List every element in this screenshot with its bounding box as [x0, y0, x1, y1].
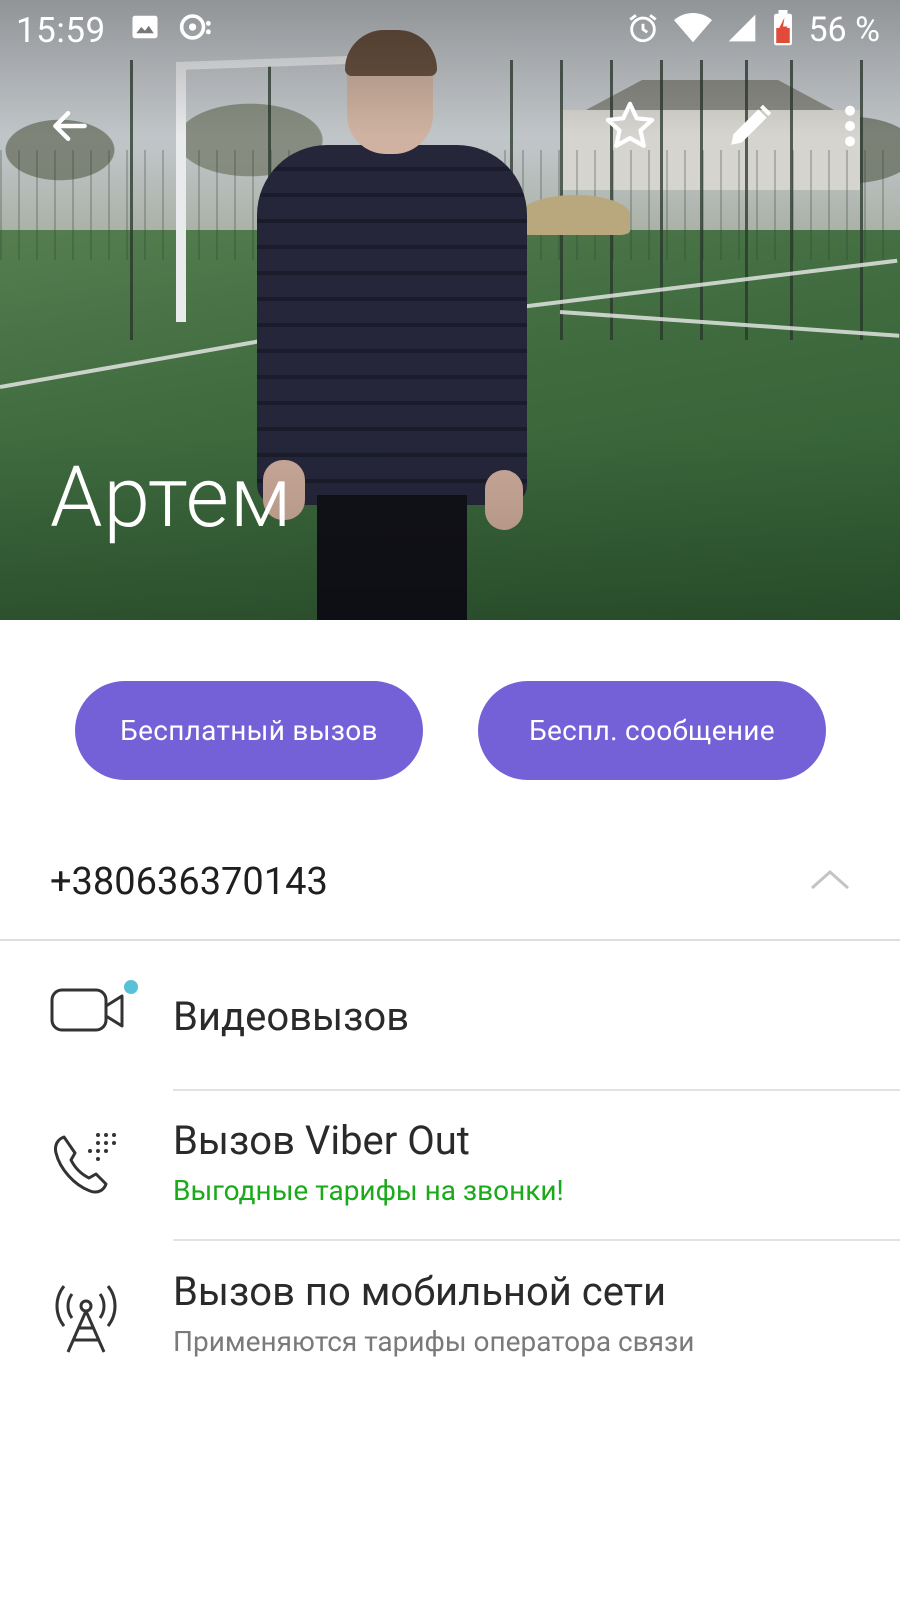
- edit-button[interactable]: [720, 96, 780, 156]
- divider: [173, 1089, 900, 1091]
- video-camera-icon: [48, 978, 128, 1058]
- free-call-button[interactable]: Бесплатный вызов: [75, 681, 423, 780]
- star-outline-icon: [605, 101, 655, 148]
- option-title: Вызов по мобильной сети: [173, 1268, 667, 1315]
- phone-number[interactable]: +380636370143: [50, 860, 328, 904]
- collapse-button[interactable]: [808, 866, 852, 892]
- option-title: Видеовызов: [173, 993, 410, 1040]
- phone-dialpad-icon: [48, 1125, 128, 1205]
- alarm-icon: [626, 11, 660, 49]
- free-message-button[interactable]: Беспл. сообщение: [478, 681, 826, 780]
- viber-notification-icon: [178, 12, 212, 46]
- status-time: 15:59: [16, 10, 106, 51]
- arrow-left-icon: [53, 110, 87, 142]
- divider: [173, 1239, 900, 1241]
- more-vertical-icon: [845, 105, 855, 147]
- favorite-button[interactable]: [600, 96, 660, 156]
- battery-charging-icon: [772, 10, 794, 50]
- battery-percent: 56 %: [808, 10, 880, 50]
- new-feature-badge: [124, 980, 138, 994]
- divider: [0, 939, 900, 941]
- option-subtitle: Применяются тарифы оператора связи: [173, 1325, 695, 1358]
- image-icon: [130, 12, 160, 46]
- contact-name: Артем: [50, 448, 293, 547]
- back-button[interactable]: [40, 96, 100, 156]
- status-bar: 15:59 56 %: [0, 0, 900, 62]
- chevron-up-icon: [811, 869, 849, 890]
- option-title: Вызов Viber Out: [173, 1117, 470, 1164]
- more-options-button[interactable]: [820, 96, 880, 156]
- pencil-icon: [731, 104, 772, 145]
- option-subtitle: Выгодные тарифы на звонки!: [173, 1174, 564, 1207]
- signal-icon: [726, 12, 758, 48]
- wifi-icon: [674, 12, 713, 48]
- cell-tower-icon: [48, 1278, 128, 1358]
